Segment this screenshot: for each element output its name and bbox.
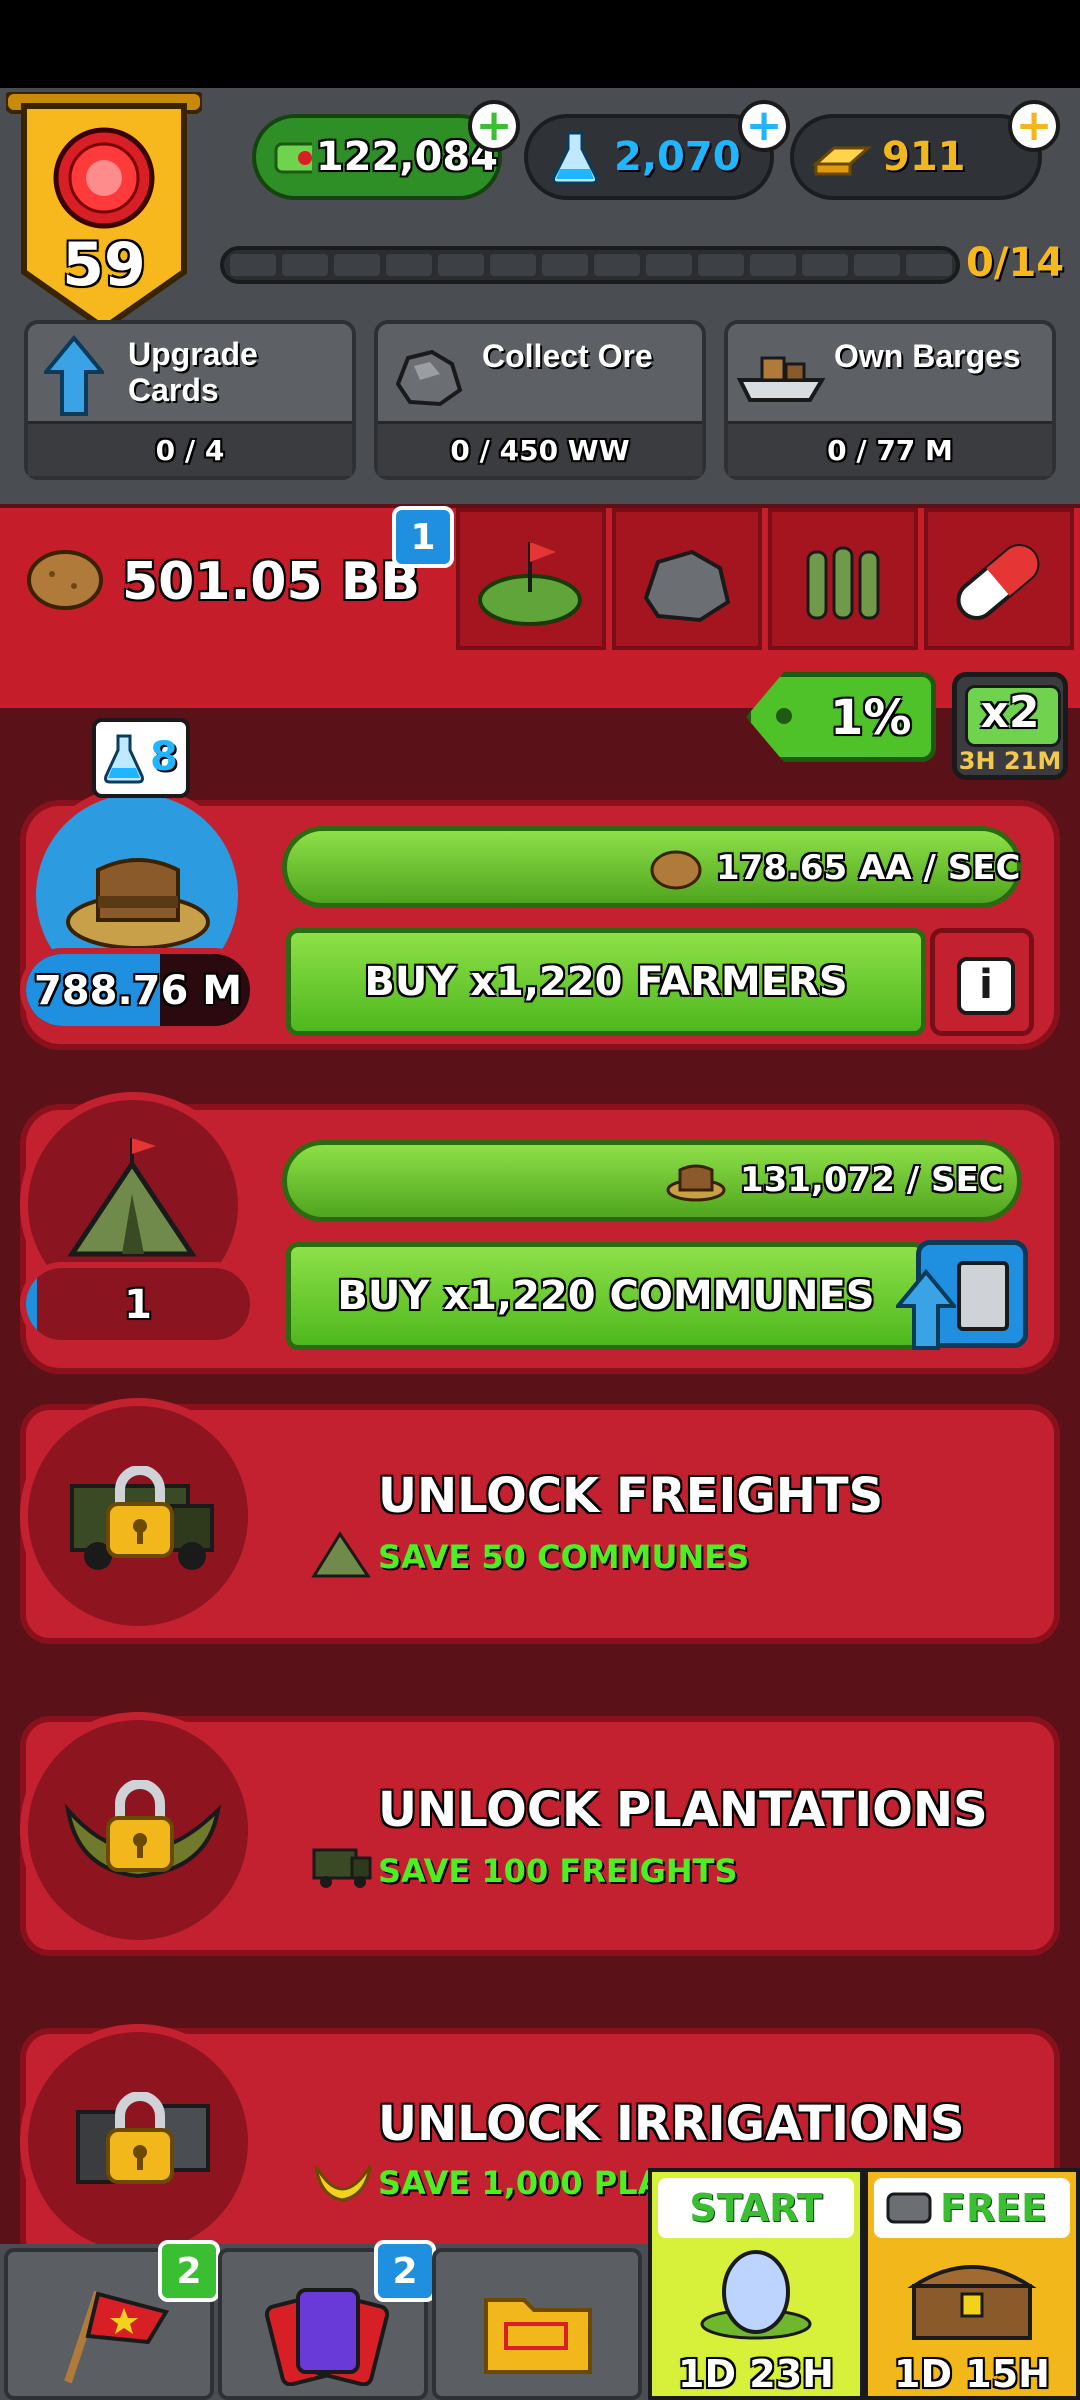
add-cash-button[interactable]: + [468, 100, 520, 152]
start-label: START [689, 2186, 823, 2230]
free-label-box: FREE [874, 2178, 1070, 2238]
category-ore[interactable] [612, 508, 762, 650]
tent-icon [311, 1531, 371, 1578]
potato-icon [650, 850, 702, 890]
start-timer: 1D 23H [678, 2352, 834, 2396]
ore-icon [643, 549, 731, 623]
truck-icon [312, 1848, 372, 1888]
goal-collect-ore[interactable]: Collect Ore 0 / 450 WW [374, 320, 706, 480]
freights-locked-requirement: SAVE 50 COMMUNES [378, 1538, 750, 1576]
dossier-tab[interactable] [432, 2248, 642, 2400]
plantations-locked-requirement: SAVE 100 FREIGHTS [378, 1852, 738, 1890]
farmers-owned-count: 788.76 M [33, 968, 243, 1014]
barge-icon [736, 356, 826, 402]
padlock-icon [106, 2092, 174, 2184]
folder-icon [484, 2298, 592, 2374]
goal-progress: 0 / 450 WW [378, 421, 702, 476]
upgrade-arrow-icon [896, 1268, 956, 1350]
farmers-rate: 178.65 AA / SEC [716, 848, 1021, 888]
status-bar [0, 0, 1080, 88]
add-gold-button[interactable]: + [1008, 100, 1060, 152]
buy-communes-button[interactable]: BUY x1,220 COMMUNES [286, 1242, 926, 1350]
padlock-icon [106, 1466, 174, 1558]
research-count: 8 [150, 734, 178, 780]
cash-icon [274, 142, 312, 174]
start-label-box: START [658, 2178, 854, 2238]
communes-rate: 131,072 / SEC [740, 1160, 1004, 1200]
freights-locked-portrait [20, 1398, 256, 1634]
pill-icon [956, 544, 1040, 620]
level-number: 59 [62, 230, 146, 300]
level-banner[interactable]: 59 [4, 90, 204, 332]
goal-progress: 0 / 77 M [728, 421, 1052, 476]
flask-icon [104, 734, 144, 784]
plantations-locked-title: UNLOCK PLANTATIONS [378, 1782, 988, 1838]
gold-bar-icon [812, 146, 872, 176]
info-icon: i [957, 957, 1015, 1015]
percent-value: 1% [830, 690, 912, 746]
tag-hole [776, 708, 792, 724]
cash-counter[interactable]: 122,084 [252, 114, 502, 200]
goal-label: Collect Ore [482, 338, 653, 374]
goal-label: Own Barges [834, 338, 1021, 374]
flask-icon [552, 131, 598, 185]
free-label: FREE [940, 2186, 1048, 2230]
potato-icon [27, 550, 103, 610]
ore-icon [395, 349, 463, 407]
field-flag-icon [478, 542, 582, 626]
ammo-icon [806, 546, 880, 620]
category-field[interactable] [456, 508, 606, 650]
treasure-chest-icon [907, 2265, 1037, 2340]
padlock-icon [106, 1780, 174, 1872]
goal-progress: 0 / 4 [28, 421, 352, 476]
communes-owned-bar: 1 [20, 1262, 256, 1346]
flask-counter[interactable]: 2,070 [524, 114, 774, 200]
category-ammo[interactable] [768, 508, 918, 650]
boost-button[interactable]: x2 3H 21M [952, 672, 1068, 780]
research-badge[interactable]: 8 [92, 718, 190, 798]
boost-value: x2 [980, 687, 1040, 738]
xp-progress-bar [220, 246, 960, 284]
irrigations-locked-title: UNLOCK IRRIGATIONS [378, 2096, 965, 2152]
free-timer: 1D 15H [894, 2352, 1050, 2396]
goal-label: Upgrade Cards [128, 336, 258, 408]
card-icon [957, 1261, 1009, 1331]
egg-icon [700, 2250, 812, 2340]
gold-value: 911 [882, 134, 966, 180]
plantations-locked-portrait [20, 1712, 256, 1948]
goal-own-barges[interactable]: Own Barges 0 / 77 M [724, 320, 1056, 480]
banana-icon [314, 2165, 372, 2202]
cards-badge: 2 [374, 2240, 436, 2302]
cash-value: 122,084 [315, 134, 498, 180]
gold-counter[interactable]: 911 [790, 114, 1042, 200]
farmers-owned-bar: 788.76 M [20, 948, 256, 1032]
farmer-hat-icon [66, 858, 210, 950]
cards-icon [264, 2288, 390, 2386]
tent-icon [67, 1138, 197, 1257]
xp-text: 0/14 [966, 240, 1065, 286]
flask-value: 2,070 [614, 134, 741, 180]
upgrade-arrow-icon [44, 334, 104, 416]
info-button[interactable]: i [930, 928, 1034, 1036]
boost-timer: 3H 21M [958, 747, 1062, 775]
add-flask-button[interactable]: + [738, 100, 790, 152]
goal-upgrade-cards[interactable]: Upgrade Cards 0 / 4 [24, 320, 356, 480]
free-chest-button[interactable]: FREE 1D 15H [864, 2168, 1080, 2400]
irrigations-locked-portrait [20, 2024, 256, 2260]
category-pill[interactable] [924, 508, 1074, 650]
communes-owned-count: 1 [124, 1282, 152, 1328]
potato-amount: 501.05 BB [122, 552, 421, 612]
potato-badge: 1 [392, 506, 454, 568]
ad-icon [886, 2192, 932, 2224]
start-incubator-button[interactable]: START 1D 23H [648, 2168, 864, 2400]
farmer-hat-icon [666, 1164, 726, 1202]
buy-farmers-button[interactable]: BUY x1,220 FARMERS [286, 928, 926, 1036]
missions-badge: 2 [158, 2240, 220, 2302]
freights-locked-title: UNLOCK FREIGHTS [378, 1468, 884, 1524]
